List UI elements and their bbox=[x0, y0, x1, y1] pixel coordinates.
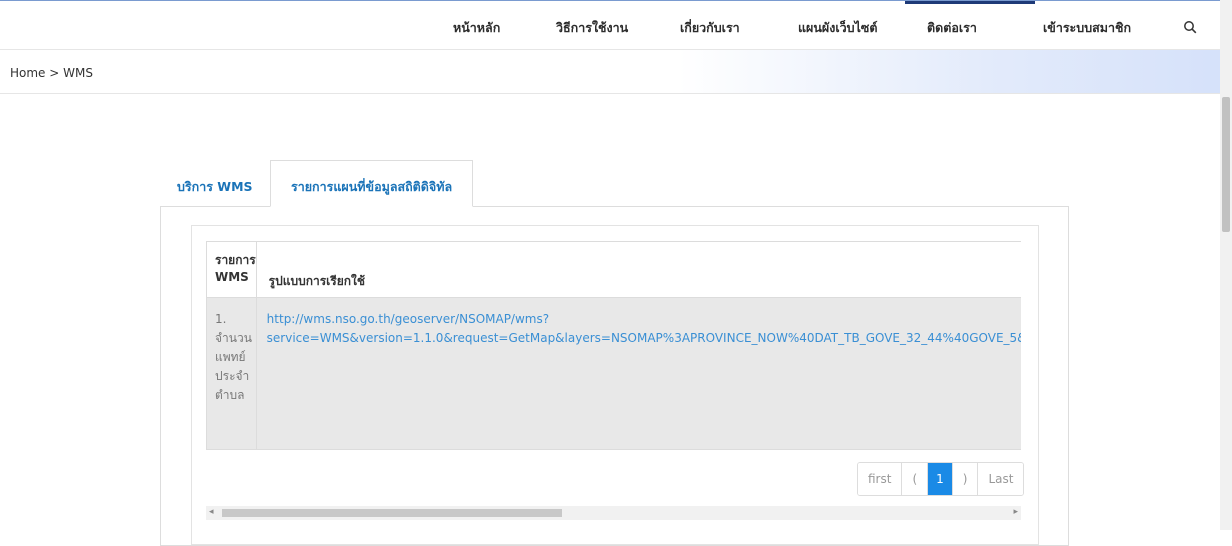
breadcrumb-separator: > bbox=[49, 66, 60, 80]
nav-item-sitemap[interactable]: แผนผังเว็บไซต์ bbox=[798, 18, 877, 38]
horizontal-scroll-thumb[interactable] bbox=[222, 509, 562, 517]
pagination-last[interactable]: Last bbox=[978, 463, 1024, 495]
breadcrumb-home[interactable]: Home bbox=[10, 66, 45, 80]
nav-item-home[interactable]: หน้าหลัก bbox=[453, 18, 500, 38]
tab-digital-statistics-maps[interactable]: รายการแผนที่ข้อมูลสถิติดิจิทัล bbox=[291, 177, 452, 197]
nav-item-contact[interactable]: ติดต่อเรา bbox=[927, 18, 977, 38]
row-wms-name: 1. จำนวนแพทย์ประจำตำบล bbox=[206, 297, 257, 450]
pagination-prev[interactable]: ( bbox=[902, 463, 929, 495]
nav-item-how-to-use[interactable]: วิธีการใช้งาน bbox=[556, 18, 628, 38]
table-header-row: รายการ WMS รูปแบบการเรียกใช้ bbox=[206, 241, 1021, 298]
header-wms-list: รายการ WMS bbox=[206, 241, 257, 298]
horizontal-scrollbar[interactable]: ◂ ▸ bbox=[206, 506, 1021, 520]
breadcrumb: Home > WMS bbox=[10, 66, 93, 80]
wms-url-link[interactable]: http://wms.nso.go.th/geoserver/NSOMAP/wm… bbox=[267, 312, 1021, 345]
wms-table-container: รายการ WMS รูปแบบการเรียกใช้ 1. จำนวนแพท… bbox=[206, 241, 1021, 451]
search-icon[interactable] bbox=[1183, 20, 1197, 34]
breadcrumb-bar: Home > WMS bbox=[0, 49, 1232, 94]
wms-url-line-2: service=WMS&version=1.1.0&request=GetMap… bbox=[266, 331, 1021, 345]
tab-wms-service[interactable]: บริการ WMS bbox=[177, 177, 253, 197]
pagination: first ( 1 ) Last bbox=[857, 462, 1025, 496]
scroll-left-icon[interactable]: ◂ bbox=[209, 507, 214, 517]
nav-accent-line bbox=[905, 1, 1035, 4]
header-usage-format: รูปแบบการเรียกใช้ bbox=[255, 241, 1021, 298]
breadcrumb-current: WMS bbox=[63, 66, 93, 80]
nav-item-member-login[interactable]: เข้าระบบสมาชิก bbox=[1043, 18, 1131, 38]
scroll-right-icon[interactable]: ▸ bbox=[1013, 507, 1018, 517]
top-navigation: หน้าหลัก วิธีการใช้งาน เกี่ยวกับเรา แผนผ… bbox=[0, 0, 1232, 48]
pagination-next[interactable]: ) bbox=[952, 463, 979, 495]
row-wms-url-cell: http://wms.nso.go.th/geoserver/NSOMAP/wm… bbox=[255, 297, 1021, 450]
table-row: 1. จำนวนแพทย์ประจำตำบล http://wms.nso.go… bbox=[206, 297, 1021, 450]
vertical-scrollbar[interactable] bbox=[1220, 0, 1232, 530]
vertical-scroll-thumb[interactable] bbox=[1222, 97, 1230, 232]
wms-url-line-1: http://wms.nso.go.th/geoserver/NSOMAP/wm… bbox=[266, 312, 550, 326]
nav-item-about[interactable]: เกี่ยวกับเรา bbox=[680, 18, 740, 38]
pagination-first[interactable]: first bbox=[858, 463, 903, 495]
pagination-page-1[interactable]: 1 bbox=[928, 463, 953, 495]
wms-table: รายการ WMS รูปแบบการเรียกใช้ 1. จำนวนแพท… bbox=[206, 241, 1021, 450]
